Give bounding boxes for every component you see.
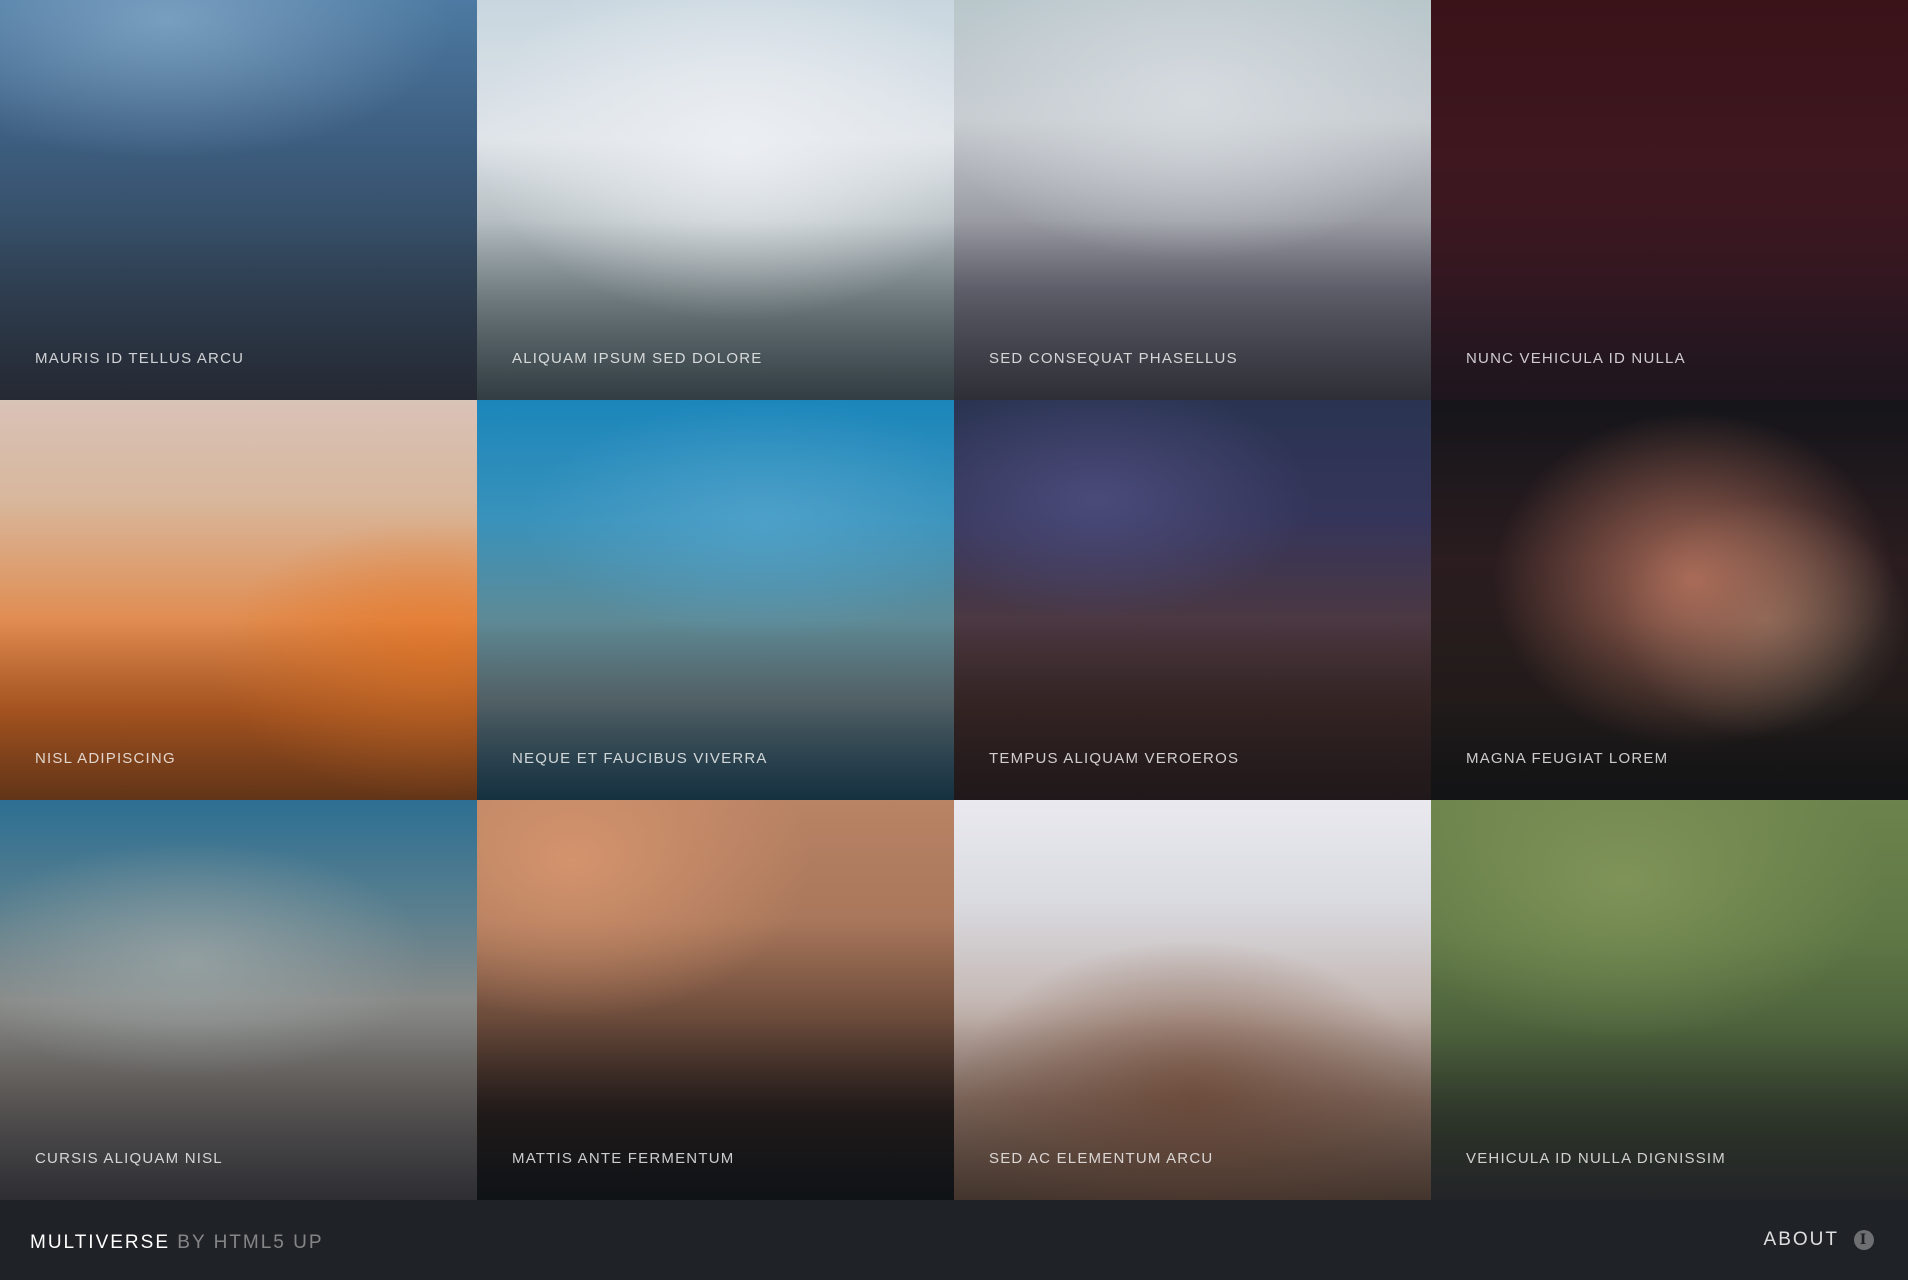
- about-label: ABOUT: [1763, 1229, 1839, 1250]
- tile-caption: SED CONSEQUAT PHASELLUS: [989, 350, 1238, 367]
- tile-caption: VEHICULA ID NULLA DIGNISSIM: [1466, 1150, 1726, 1167]
- tile-caption: SED AC ELEMENTUM ARCU: [989, 1150, 1214, 1167]
- gallery-grid: MAURIS ID TELLUS ARCU ALIQUAM IPSUM SED …: [0, 0, 1908, 1200]
- tile-caption: TEMPUS ALIQUAM VEROEROS: [989, 750, 1240, 767]
- brand-name: MULTIVERSE: [30, 1232, 171, 1253]
- tile-caption: MATTIS ANTE FERMENTUM: [512, 1150, 735, 1167]
- gallery-tile[interactable]: CURSIS ALIQUAM NISL: [0, 800, 477, 1200]
- info-icon: i: [1854, 1230, 1874, 1250]
- footer-bar: MULTIVERSE BY HTML5 UP ABOUT i: [0, 1200, 1908, 1280]
- gallery-tile[interactable]: SED CONSEQUAT PHASELLUS: [954, 0, 1431, 400]
- about-button[interactable]: ABOUT i: [1764, 1229, 1874, 1251]
- gallery-tile[interactable]: MAURIS ID TELLUS ARCU: [0, 0, 477, 400]
- brand-byline: BY HTML5 UP: [177, 1232, 324, 1253]
- gallery-tile[interactable]: TEMPUS ALIQUAM VEROEROS: [954, 400, 1431, 800]
- tile-caption: NISL ADIPISCING: [35, 750, 176, 767]
- tile-caption: MAURIS ID TELLUS ARCU: [35, 350, 245, 367]
- gallery-tile[interactable]: VEHICULA ID NULLA DIGNISSIM: [1431, 800, 1908, 1200]
- gallery-tile[interactable]: NUNC VEHICULA ID NULLA: [1431, 0, 1908, 400]
- tile-caption: NEQUE ET FAUCIBUS VIVERRA: [512, 750, 768, 767]
- tile-caption: ALIQUAM IPSUM SED DOLORE: [512, 350, 763, 367]
- tile-caption: MAGNA FEUGIAT LOREM: [1466, 750, 1669, 767]
- gallery-tile[interactable]: NISL ADIPISCING: [0, 400, 477, 800]
- gallery-tile[interactable]: NEQUE ET FAUCIBUS VIVERRA: [477, 400, 954, 800]
- gallery-tile[interactable]: ALIQUAM IPSUM SED DOLORE: [477, 0, 954, 400]
- gallery-tile[interactable]: SED AC ELEMENTUM ARCU: [954, 800, 1431, 1200]
- tile-caption: CURSIS ALIQUAM NISL: [35, 1150, 223, 1167]
- tile-caption: NUNC VEHICULA ID NULLA: [1466, 350, 1686, 367]
- site-brand[interactable]: MULTIVERSE BY HTML5 UP: [30, 1232, 324, 1254]
- gallery-tile[interactable]: MAGNA FEUGIAT LOREM: [1431, 400, 1908, 800]
- gallery-tile[interactable]: MATTIS ANTE FERMENTUM: [477, 800, 954, 1200]
